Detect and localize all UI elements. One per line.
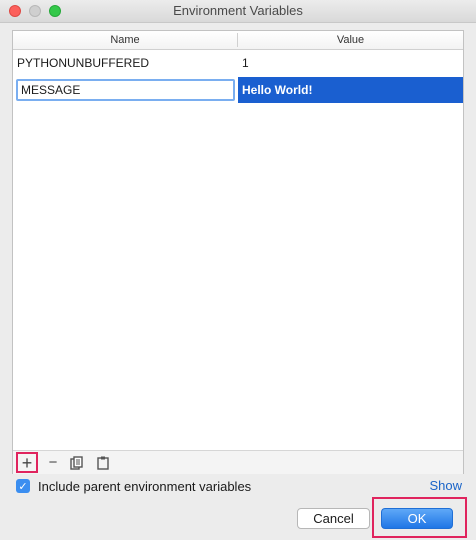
row-name-cell[interactable]: PYTHONUNBUFFERED	[17, 50, 149, 76]
table-toolbar: + −	[13, 450, 463, 474]
column-header-value[interactable]: Value	[238, 34, 463, 46]
name-cell-editor[interactable]	[16, 79, 235, 101]
paste-variable-button[interactable]	[93, 453, 113, 472]
checkmark-icon: ✓	[18, 480, 28, 493]
include-parent-checkbox[interactable]: ✓	[16, 479, 30, 493]
remove-icon: −	[48, 454, 58, 471]
title-bar: Environment Variables	[0, 0, 476, 23]
include-parent-option[interactable]: ✓ Include parent environment variables	[16, 478, 251, 494]
row-value-cell[interactable]: 1	[242, 50, 249, 76]
column-header-name[interactable]: Name	[13, 34, 237, 46]
copy-variable-button[interactable]	[67, 453, 87, 472]
table-row[interactable]: PYTHONUNBUFFERED 1	[13, 50, 463, 76]
add-icon: +	[21, 452, 33, 473]
table-row-selected[interactable]: Hello World!	[13, 77, 463, 103]
table-header: Name Value	[13, 31, 463, 50]
copy-icon	[70, 455, 83, 470]
include-parent-label: Include parent environment variables	[38, 478, 252, 494]
ok-button[interactable]: OK	[381, 508, 453, 529]
show-link[interactable]: Show	[429, 478, 462, 493]
window-title: Environment Variables	[173, 3, 303, 18]
env-vars-table: Name Value PYTHONUNBUFFERED 1 Hello Worl…	[12, 30, 464, 474]
paste-icon	[97, 456, 109, 470]
add-variable-button[interactable]: +	[16, 452, 38, 473]
remove-variable-button[interactable]: −	[43, 453, 63, 472]
cancel-button[interactable]: Cancel	[297, 508, 370, 529]
row-value-cell[interactable]: Hello World!	[238, 77, 463, 103]
